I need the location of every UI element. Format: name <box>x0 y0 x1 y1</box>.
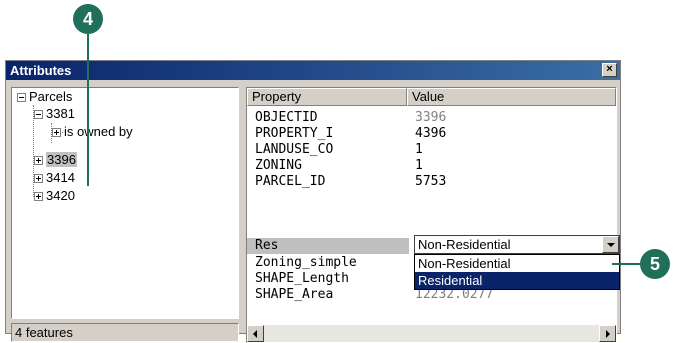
property-value: 1 <box>415 142 423 157</box>
feature-count: 4 features <box>15 325 73 340</box>
callout-5: 5 <box>640 249 670 279</box>
callout-5-leader <box>612 263 642 265</box>
status-bar: 4 features <box>11 323 239 342</box>
property-value: 1 <box>415 158 423 173</box>
chevron-down-icon[interactable] <box>602 236 619 253</box>
attributes-window: Attributes × Parcels 3381 is owned by 33… <box>5 60 621 343</box>
property-value: 3396 <box>415 110 447 125</box>
expand-icon[interactable] <box>52 128 61 138</box>
property-name: Zoning_simple <box>255 255 357 270</box>
property-value: 5753 <box>415 174 447 189</box>
column-header-value[interactable]: Value <box>407 88 616 106</box>
callout-4: 4 <box>73 4 103 34</box>
property-name: ZONING <box>255 158 302 173</box>
property-name: SHAPE_Length <box>255 271 349 286</box>
expand-icon[interactable] <box>34 192 43 202</box>
tree-node-label: Parcels <box>29 89 73 104</box>
close-button[interactable]: × <box>602 63 617 77</box>
table-row[interactable]: PARCEL_ID 5753 <box>247 174 616 189</box>
property-name: OBJECTID <box>255 110 318 125</box>
tree-node-label: 3414 <box>46 170 75 185</box>
scroll-left-icon[interactable] <box>247 325 264 342</box>
window-titlebar[interactable]: Attributes × <box>6 61 620 80</box>
grid-header: Property Value <box>247 88 616 106</box>
window-title: Attributes <box>10 63 72 78</box>
property-name: PROPERTY_I <box>255 126 334 141</box>
tree-node-label: is owned by <box>64 124 133 139</box>
collapse-icon[interactable] <box>34 110 43 120</box>
tree-node-label: 3420 <box>46 188 75 203</box>
horizontal-scrollbar[interactable] <box>247 325 616 342</box>
tree-root-parcels[interactable]: Parcels <box>17 88 72 106</box>
close-icon: × <box>606 63 613 75</box>
table-row[interactable]: OBJECTID 3396 <box>247 110 616 125</box>
callout-4-leader <box>87 34 89 186</box>
res-value-dropdown[interactable]: Non-Residential <box>414 235 620 254</box>
expand-icon[interactable] <box>34 174 43 184</box>
table-row[interactable]: PROPERTY_I 4396 <box>247 126 616 141</box>
attribute-grid: Property Value OBJECTID 3396 PROPERTY_I 43… <box>246 87 620 343</box>
tree-node-label: 3381 <box>46 106 75 121</box>
option-non-residential[interactable]: Non-Residential <box>415 255 619 272</box>
tree-node-3396[interactable]: 3396 <box>34 151 77 169</box>
option-residential[interactable]: Residential <box>415 272 619 289</box>
column-header-property[interactable]: Property <box>247 88 407 106</box>
dropdown-selected-value: Non-Residential <box>418 237 511 252</box>
property-name: LANDUSE_CO <box>255 142 334 157</box>
property-value: 4396 <box>415 126 447 141</box>
property-name: SHAPE_Area <box>255 287 334 302</box>
feature-tree: Parcels 3381 is owned by 3396 3414 3420 <box>11 87 239 319</box>
tree-node-is-owned-by[interactable]: is owned by <box>52 123 133 141</box>
collapse-icon[interactable] <box>17 93 26 103</box>
property-name: Res <box>255 238 279 253</box>
table-row[interactable]: LANDUSE_CO 1 <box>247 142 616 157</box>
res-options-list: Non-Residential Residential <box>414 254 620 290</box>
tree-node-3414[interactable]: 3414 <box>34 169 75 187</box>
expand-icon[interactable] <box>34 156 43 166</box>
tree-node-label: 3396 <box>46 152 77 167</box>
table-row[interactable]: ZONING 1 <box>247 158 616 173</box>
property-name: PARCEL_ID <box>255 174 326 189</box>
tree-node-3381[interactable]: 3381 <box>34 105 75 123</box>
scroll-right-icon[interactable] <box>599 325 616 342</box>
tree-node-3420[interactable]: 3420 <box>34 187 75 205</box>
